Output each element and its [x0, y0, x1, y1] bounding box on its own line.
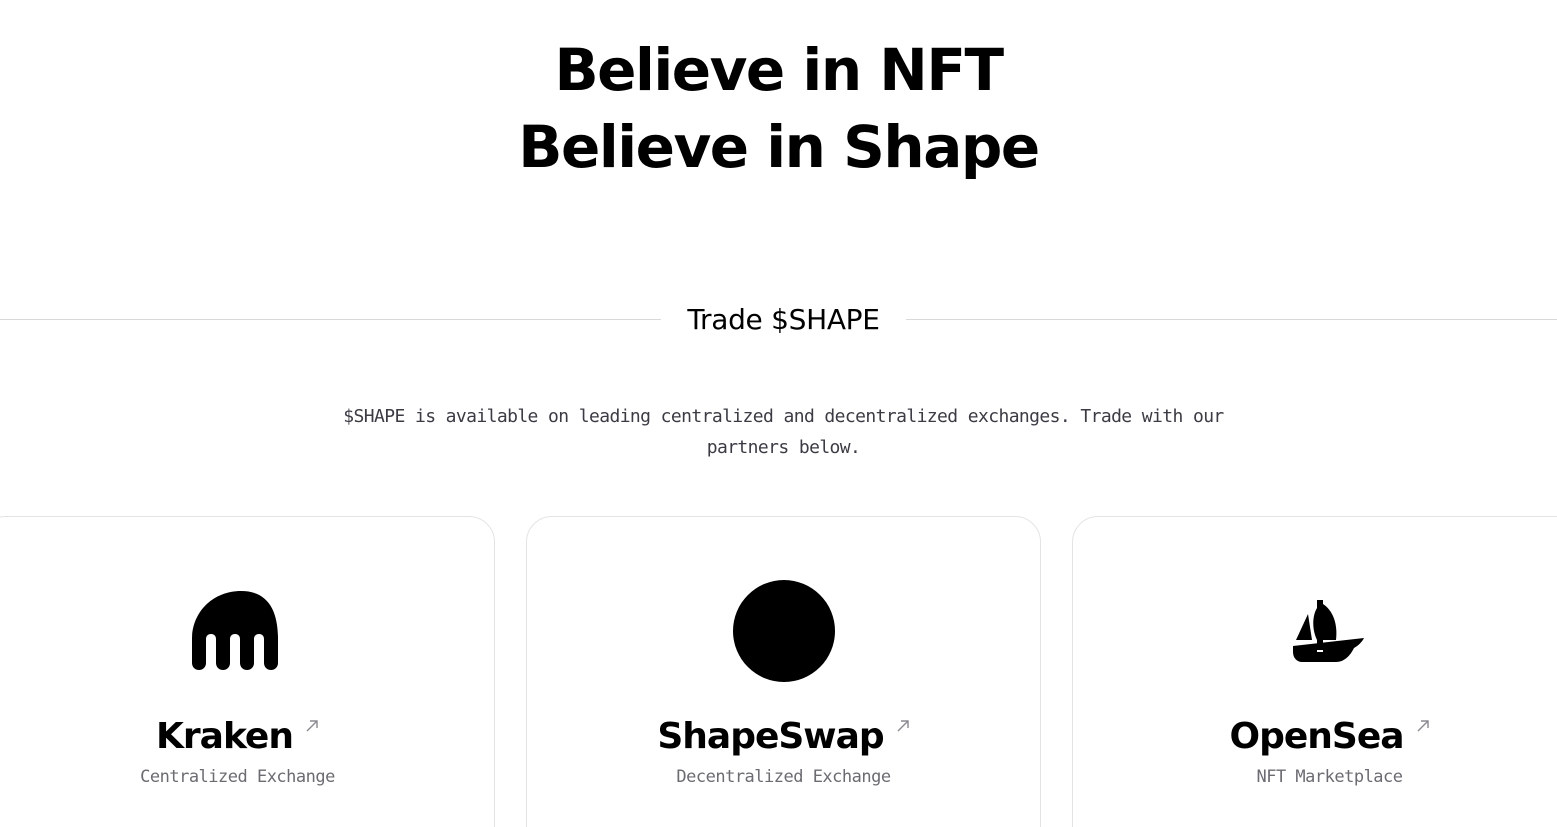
hero-heading-line-1: Believe in NFT: [554, 36, 1004, 104]
shapeswap-logo-icon: [527, 579, 1040, 683]
opensea-logo-icon: [1073, 579, 1557, 683]
hero-heading-line-2: Believe in Shape: [518, 113, 1040, 181]
trade-section-title: Trade $SHAPE: [687, 303, 880, 336]
divider-right: [906, 319, 1557, 320]
trade-section-header: Trade $SHAPE: [0, 296, 1557, 344]
partner-type: NFT Marketplace: [1256, 767, 1403, 787]
partner-type: Decentralized Exchange: [676, 767, 891, 787]
kraken-logo-icon: [0, 579, 494, 683]
external-link-arrow-icon: [897, 720, 909, 732]
partner-card-shapeswap[interactable]: ShapeSwap Decentralized Exchange: [526, 516, 1041, 827]
partner-type: Centralized Exchange: [140, 767, 335, 787]
partner-name-row: OpenSea: [1073, 713, 1557, 761]
partner-name: ShapeSwap: [657, 716, 884, 757]
partner-card-opensea[interactable]: OpenSea NFT Marketplace: [1072, 516, 1557, 827]
external-link-arrow-icon: [1417, 720, 1429, 732]
partner-name: Kraken: [156, 716, 294, 757]
hero-section: Believe in NFT Believe in Shape: [0, 32, 1557, 186]
external-link-arrow-icon: [306, 720, 318, 732]
partner-name: OpenSea: [1229, 716, 1404, 757]
divider-left: [0, 319, 661, 320]
trade-description: $SHAPE is available on leading centraliz…: [343, 406, 1224, 458]
partner-card-kraken[interactable]: Kraken Centralized Exchange: [0, 516, 495, 827]
partner-name-row: ShapeSwap: [527, 713, 1040, 761]
partner-name-row: Kraken: [0, 713, 494, 761]
